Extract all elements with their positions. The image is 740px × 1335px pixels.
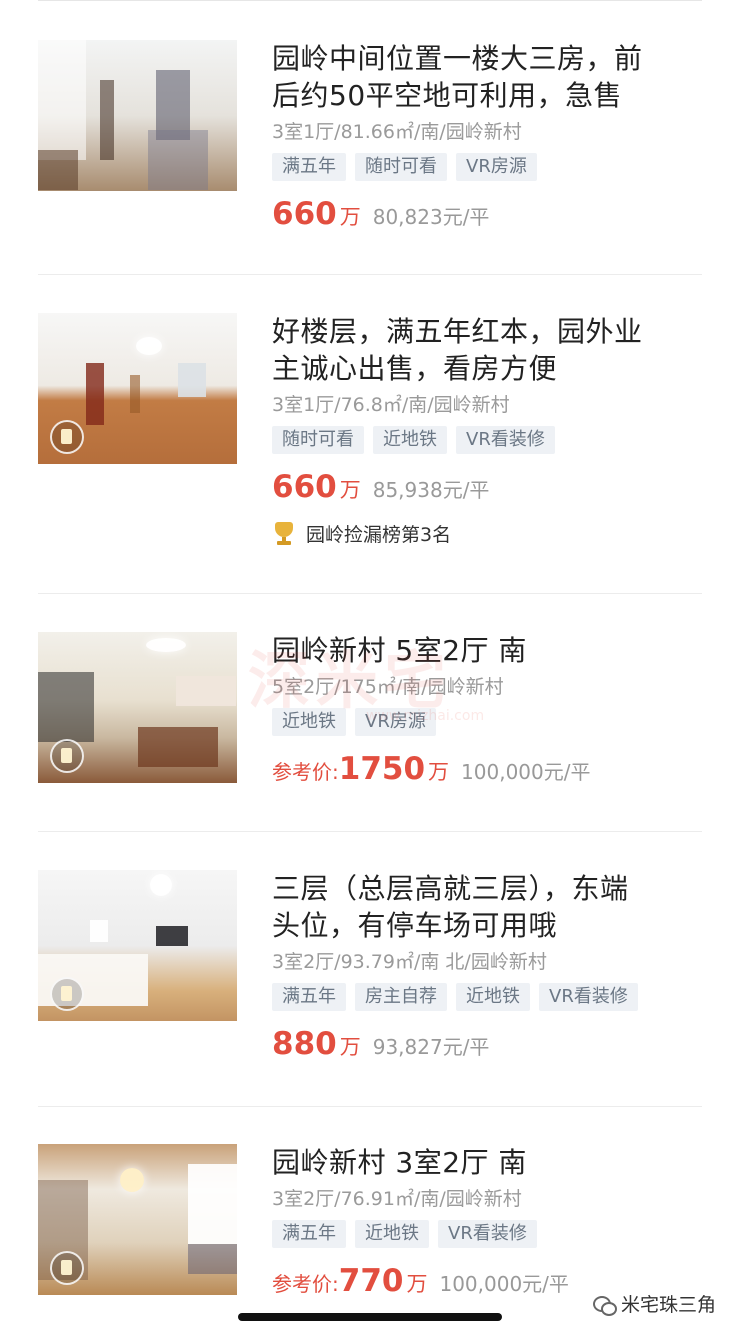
total-price: 880 (272, 1026, 337, 1062)
vr-icon (50, 420, 84, 454)
listing-tag: 近地铁 (272, 708, 346, 736)
price-prefix: 参考价: (272, 760, 339, 784)
listing-tag: 近地铁 (355, 1220, 429, 1248)
listing-title-line: 园岭中间位置一楼大三房，前 (272, 42, 643, 75)
listing-info: 好楼层，满五年红本，园外业 主诚心出售，看房方便 3室1厅/76.8㎡/南/园岭… (272, 313, 702, 549)
listing-tags: 近地铁 VR房源 (272, 708, 702, 736)
listing-tag: 近地铁 (456, 983, 530, 1011)
listing-photo[interactable] (38, 313, 237, 464)
listing-tags: 满五年 近地铁 VR看装修 (272, 1220, 702, 1248)
listing-specs: 3室2厅/76.91㎡/南/园岭新村 (272, 1188, 522, 1210)
listing-title[interactable]: 三层（总层高就三层），东端 头位，有停车场可用哦 (272, 870, 702, 944)
listing-tag: VR看装修 (456, 426, 555, 454)
total-price: 660 (272, 196, 337, 232)
listing-title-line: 三层（总层高就三层），东端 (272, 872, 629, 905)
listing-tag: VR看装修 (438, 1220, 537, 1248)
trophy-icon (272, 522, 296, 546)
total-price: 660 (272, 469, 337, 505)
listing-card[interactable]: 三层（总层高就三层），东端 头位，有停车场可用哦 3室2厅/93.79㎡/南 北… (38, 870, 702, 1107)
card-divider (38, 274, 702, 275)
ranking-badge[interactable]: 园岭捡漏榜第3名 (272, 521, 702, 549)
price-prefix: 参考价: (272, 1272, 339, 1296)
price-unit: 万 (339, 1035, 361, 1059)
unit-price: 85,938元/平 (372, 478, 490, 502)
home-indicator[interactable] (238, 1313, 502, 1321)
unit-price: 93,827元/平 (372, 1035, 490, 1059)
listing-specs: 3室1厅/81.66㎡/南/园岭新村 (272, 121, 522, 143)
listing-info: 园岭新村 5室2厅 南 5室2厅/175㎡/南/园岭新村 近地铁 VR房源 参考价… (272, 632, 702, 793)
listing-card[interactable]: 园岭中间位置一楼大三房，前 后约50平空地可利用，急售 3室1厅/81.66㎡/… (38, 40, 702, 275)
listing-tag: 房主自荐 (355, 983, 447, 1011)
listing-specs: 3室1厅/76.8㎡/南/园岭新村 (272, 394, 510, 416)
listing-card[interactable]: 好楼层，满五年红本，园外业 主诚心出售，看房方便 3室1厅/76.8㎡/南/园岭… (38, 313, 702, 594)
listing-card[interactable]: 园岭新村 5室2厅 南 5室2厅/175㎡/南/园岭新村 近地铁 VR房源 参考价… (38, 632, 702, 832)
unit-price: 80,823元/平 (372, 205, 490, 229)
listing-title-line: 后约50平空地可利用，急售 (272, 79, 623, 112)
listing-title-line: 好楼层，满五年红本，园外业 (272, 315, 643, 348)
listing-tag: VR房源 (456, 153, 537, 181)
listing-title-line: 园岭新村 5室2厅 南 (272, 634, 527, 667)
price-unit: 万 (428, 760, 450, 784)
wechat-icon (592, 1296, 617, 1316)
vr-icon (50, 739, 84, 773)
listing-title-line: 主诚心出售，看房方便 (272, 352, 558, 385)
card-divider (38, 1106, 702, 1107)
listing-title[interactable]: 园岭新村 5室2厅 南 (272, 632, 702, 669)
listing-info: 三层（总层高就三层），东端 头位，有停车场可用哦 3室2厅/93.79㎡/南 北… (272, 870, 702, 1068)
account-name: 米宅珠三角 (620, 1294, 716, 1316)
top-divider (38, 0, 702, 1)
vr-icon (50, 977, 84, 1011)
price-unit: 万 (339, 205, 361, 229)
price-row: 参考价:1750 万 100,000元/平 (272, 750, 702, 793)
unit-price: 100,000元/平 (461, 760, 591, 784)
listing-info: 园岭中间位置一楼大三房，前 后约50平空地可利用，急售 3室1厅/81.66㎡/… (272, 40, 702, 238)
price-row: 660 万 80,823元/平 (272, 195, 702, 238)
watermark-url: www.mizhai.com (366, 708, 485, 724)
account-watermark: 米宅珠三角 (588, 1290, 720, 1317)
card-divider (38, 831, 702, 832)
total-price: 770 (338, 1263, 404, 1299)
listing-title[interactable]: 园岭新村 3室2厅 南 (272, 1144, 702, 1181)
listing-tag: 满五年 (272, 153, 346, 181)
price-row: 660 万 85,938元/平 (272, 468, 702, 511)
listing-title-line: 园岭新村 3室2厅 南 (272, 1146, 527, 1179)
listing-tags: 满五年 房主自荐 近地铁 VR看装修 (272, 983, 702, 1011)
price-unit: 万 (406, 1272, 428, 1296)
listing-photo[interactable] (38, 632, 237, 783)
ranking-label: 园岭捡漏榜第3名 (306, 524, 452, 546)
price-unit: 万 (339, 478, 361, 502)
listing-title-line: 头位，有停车场可用哦 (272, 909, 558, 942)
listing-tags: 随时可看 近地铁 VR看装修 (272, 426, 702, 454)
unit-price: 100,000元/平 (439, 1272, 569, 1296)
listing-title[interactable]: 好楼层，满五年红本，园外业 主诚心出售，看房方便 (272, 313, 702, 387)
listing-title[interactable]: 园岭中间位置一楼大三房，前 后约50平空地可利用，急售 (272, 40, 702, 114)
listing-specs: 5室2厅/175㎡/南/园岭新村 (272, 676, 504, 698)
listing-tag: 近地铁 (373, 426, 447, 454)
listing-photo[interactable] (38, 870, 237, 1021)
total-price: 1750 (338, 751, 426, 787)
card-divider (38, 593, 702, 594)
listing-tag: 满五年 (272, 1220, 346, 1248)
price-row: 880 万 93,827元/平 (272, 1025, 702, 1068)
listing-tag: VR看装修 (539, 983, 638, 1011)
listing-photo[interactable] (38, 40, 237, 191)
vr-icon (50, 1251, 84, 1285)
listing-tag: 随时可看 (272, 426, 364, 454)
listing-tags: 满五年 随时可看 VR房源 (272, 153, 702, 181)
listing-specs: 3室2厅/93.79㎡/南 北/园岭新村 (272, 951, 547, 973)
listing-card[interactable]: 园岭新村 3室2厅 南 3室2厅/76.91㎡/南/园岭新村 满五年 近地铁 VR看… (38, 1144, 702, 1314)
listing-tag: 随时可看 (355, 153, 447, 181)
listing-tag: 满五年 (272, 983, 346, 1011)
listing-photo[interactable] (38, 1144, 237, 1295)
listing-info: 园岭新村 3室2厅 南 3室2厅/76.91㎡/南/园岭新村 满五年 近地铁 VR看… (272, 1144, 702, 1305)
